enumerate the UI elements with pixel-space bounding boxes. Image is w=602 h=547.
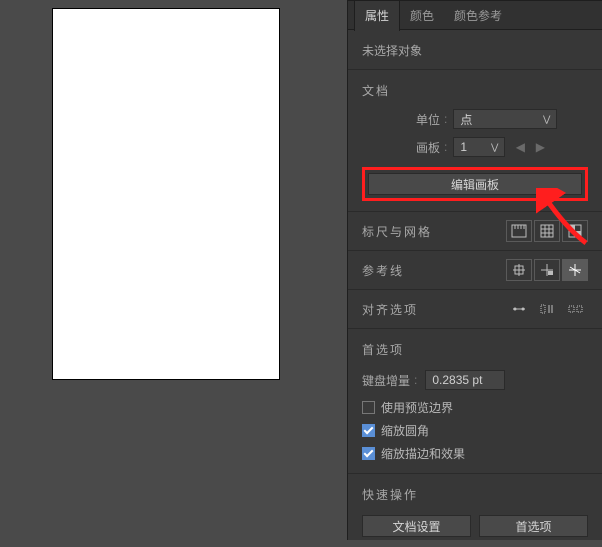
artboard-nav: ◀ ▶ [515, 140, 545, 154]
section-prefs-title: 首选项 [348, 331, 602, 364]
kb-increment-input[interactable]: 0.2835 pt [425, 370, 505, 390]
kb-increment-value: 0.2835 pt [432, 373, 482, 387]
section-document-title: 文档 [348, 72, 602, 105]
colon: : [444, 140, 447, 154]
prev-artboard-icon[interactable]: ◀ [515, 140, 525, 154]
tab-properties[interactable]: 属性 [354, 0, 400, 31]
divider [348, 473, 602, 474]
checkbox-preview-bounds[interactable] [362, 401, 375, 414]
tab-swatches[interactable]: 颜色参考 [444, 1, 512, 29]
keyboard-increment-row: 键盘增量 : 0.2835 pt [348, 364, 602, 396]
toggle-guides-icon[interactable] [506, 259, 532, 281]
artboard-canvas[interactable] [52, 8, 280, 380]
artboard-select[interactable]: 1 ⋁ [453, 137, 505, 157]
scale-corners-row[interactable]: 缩放圆角 [348, 419, 602, 442]
properties-panel: 属性 颜色 颜色参考 未选择对象 文档 单位 : 点 ⋁ 画板 : 1 ⋁ ◀ … [347, 0, 602, 540]
unit-row: 单位 : 点 ⋁ [348, 105, 602, 133]
colon: : [444, 112, 447, 126]
artboard-row: 画板 : 1 ⋁ ◀ ▶ [348, 133, 602, 161]
next-artboard-icon[interactable]: ▶ [535, 140, 545, 154]
align-label: 对齐选项 [362, 301, 504, 318]
snap-grid-icon[interactable] [534, 298, 560, 320]
unit-value: 点 [460, 111, 472, 128]
preferences-button[interactable]: 首选项 [479, 515, 588, 537]
checkbox-scale-corners[interactable] [362, 424, 375, 437]
kb-increment-label: 键盘增量 [362, 372, 410, 389]
align-row: 对齐选项 [348, 292, 602, 326]
divider [348, 250, 602, 251]
divider [348, 328, 602, 329]
transparency-grid-icon[interactable] [562, 220, 588, 242]
scale-corners-label: 缩放圆角 [381, 422, 429, 439]
smart-guides-icon[interactable] [562, 259, 588, 281]
colon: : [414, 373, 417, 387]
canvas-area [0, 0, 347, 540]
unit-select[interactable]: 点 ⋁ [453, 109, 557, 129]
divider [348, 289, 602, 290]
artboard-label: 画板 [362, 139, 440, 156]
checkbox-scale-strokes[interactable] [362, 447, 375, 460]
divider [348, 211, 602, 212]
tab-color[interactable]: 颜色 [400, 1, 444, 29]
artboard-value: 1 [460, 140, 467, 154]
scale-strokes-row[interactable]: 缩放描边和效果 [348, 442, 602, 465]
preview-bounds-label: 使用预览边界 [381, 399, 453, 416]
snap-pixel-icon[interactable] [562, 298, 588, 320]
snap-point-icon[interactable] [506, 298, 532, 320]
document-setup-button[interactable]: 文档设置 [362, 515, 471, 537]
guides-row: 参考线 [348, 253, 602, 287]
no-selection-label: 未选择对象 [348, 30, 602, 67]
chevron-down-icon: ⋁ [543, 114, 550, 125]
panel-tabs: 属性 颜色 颜色参考 [348, 0, 602, 30]
section-quick-title: 快速操作 [348, 476, 602, 509]
chevron-down-icon: ⋁ [491, 142, 498, 153]
unit-label: 单位 [362, 111, 440, 128]
ruler-icon[interactable] [506, 220, 532, 242]
preview-bounds-row[interactable]: 使用预览边界 [348, 396, 602, 419]
edit-artboard-button[interactable]: 编辑画板 [368, 173, 582, 195]
ruler-grid-row: 标尺与网格 [348, 214, 602, 248]
ruler-grid-label: 标尺与网格 [362, 223, 504, 240]
quick-actions-row: 文档设置 首选项 [348, 509, 602, 547]
grid-icon[interactable] [534, 220, 560, 242]
edit-artboard-highlight: 编辑画板 [362, 167, 588, 201]
guides-label: 参考线 [362, 262, 504, 279]
lock-guides-icon[interactable] [534, 259, 560, 281]
scale-strokes-label: 缩放描边和效果 [381, 445, 465, 462]
divider [348, 69, 602, 70]
